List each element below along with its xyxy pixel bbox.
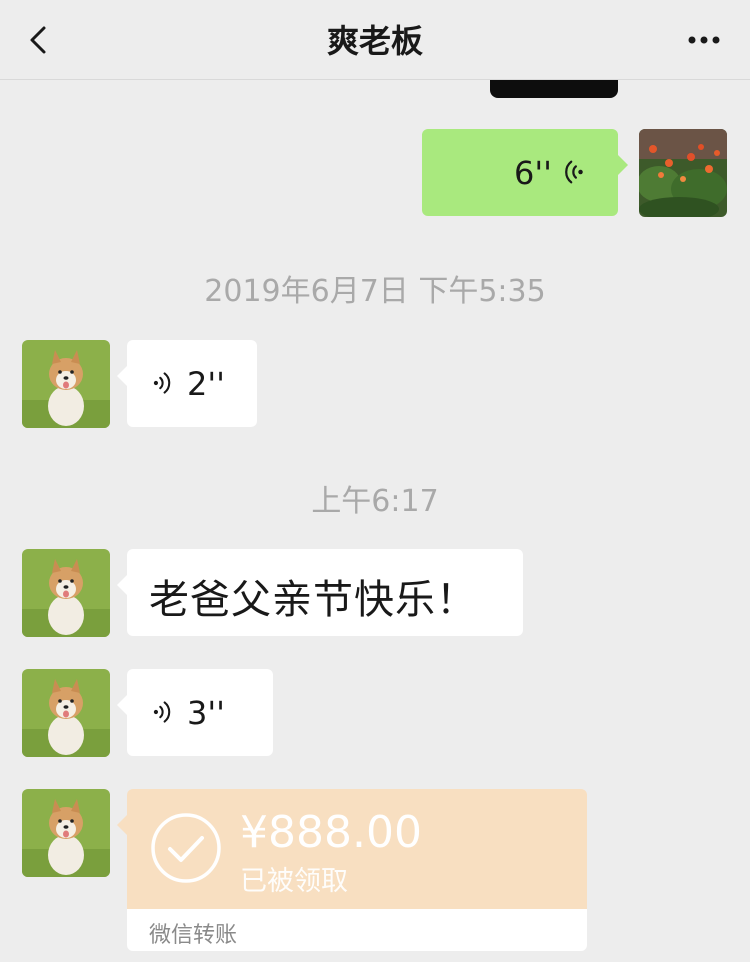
received-voice-bubble[interactable]: 3'' xyxy=(117,669,273,756)
transfer-card[interactable]: ¥888.00 已被领取 微信转账 xyxy=(117,789,587,951)
transfer-amount: ¥888.00 xyxy=(240,807,422,858)
received-text-bubble[interactable]: 老爸父亲节快乐！ xyxy=(117,549,523,636)
contact-avatar[interactable] xyxy=(22,669,110,757)
sent-voice-bubble[interactable]: 6'' xyxy=(422,129,628,216)
chat-header: 爽老板 xyxy=(0,0,750,80)
transfer-status: 已被领取 xyxy=(240,866,348,897)
redaction-bar xyxy=(490,80,618,98)
voice-wave-icon xyxy=(153,372,171,394)
voice-wave-icon xyxy=(565,160,583,184)
transfer-card-top: ¥888.00 已被领取 xyxy=(127,789,587,909)
more-horizontal-icon[interactable] xyxy=(684,28,724,52)
transfer-card-footer: 微信转账 xyxy=(127,909,587,951)
timestamp: 上午6:17 xyxy=(311,484,439,519)
chat-title: 爽老板 xyxy=(326,22,423,60)
check-circle-icon xyxy=(151,813,221,883)
timestamp: 2019年6月7日 下午5:35 xyxy=(204,274,546,309)
voice-wave-icon xyxy=(153,701,171,723)
voice-duration: 2'' xyxy=(187,365,225,403)
my-avatar[interactable] xyxy=(639,129,727,217)
received-voice-bubble[interactable]: 2'' xyxy=(117,340,257,427)
voice-duration: 6'' xyxy=(514,154,552,192)
contact-avatar[interactable] xyxy=(22,340,110,428)
message-text: 老爸父亲节快乐！ xyxy=(149,577,477,623)
voice-duration: 3'' xyxy=(187,694,225,732)
contact-avatar[interactable] xyxy=(22,549,110,637)
transfer-label: 微信转账 xyxy=(149,923,238,948)
contact-avatar[interactable] xyxy=(22,789,110,877)
